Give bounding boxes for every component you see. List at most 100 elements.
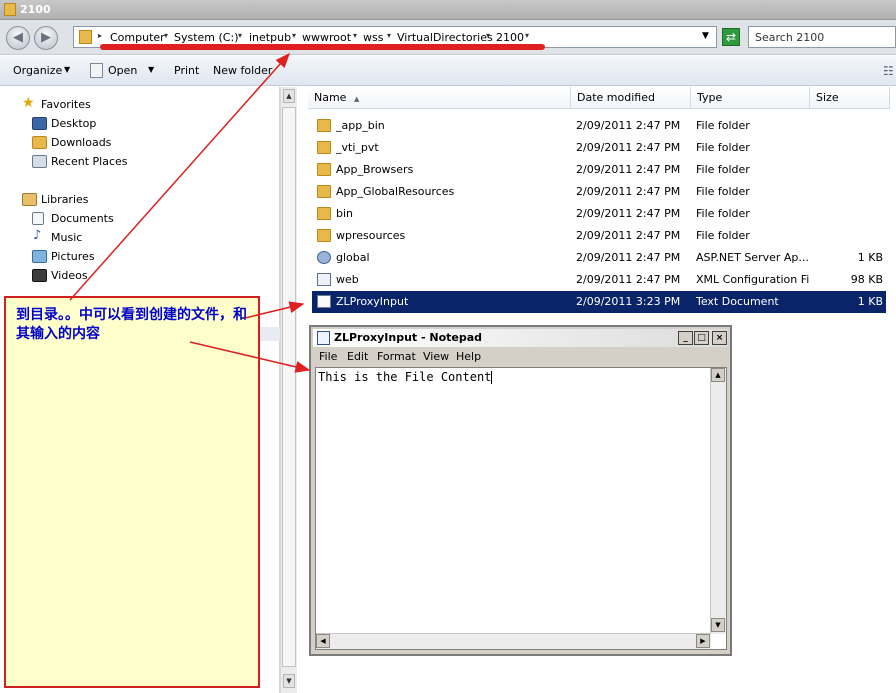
- open-button[interactable]: Open: [108, 64, 137, 77]
- annotation-underline: [100, 44, 545, 50]
- breadcrumb-wwwroot[interactable]: wwwroot: [302, 31, 351, 44]
- file-name: wpresources: [336, 229, 406, 242]
- refresh-button[interactable]: ⇄: [722, 28, 740, 46]
- notepad-horizontal-scrollbar[interactable]: ◀ ▶: [316, 633, 711, 649]
- chevron-right-icon[interactable]: ▸: [98, 31, 102, 40]
- close-button[interactable]: ×: [712, 331, 727, 345]
- desktop-icon: [32, 117, 47, 130]
- forward-arrow-icon: ▶: [41, 30, 51, 45]
- chevron-down-icon[interactable]: ▾: [164, 31, 168, 40]
- chevron-down-icon[interactable]: ▼: [64, 65, 70, 74]
- file-type: File folder: [696, 141, 750, 154]
- file-name: global: [336, 251, 370, 264]
- address-dropdown-icon[interactable]: ▼: [702, 31, 709, 41]
- nav-item-downloads[interactable]: Downloads: [51, 136, 111, 149]
- file-name: web: [336, 273, 359, 286]
- folder-icon: [317, 119, 331, 132]
- chevron-down-icon[interactable]: ▾: [238, 31, 242, 40]
- file-date: 2/09/2011 2:47 PM: [576, 141, 681, 154]
- table-row[interactable]: ZLProxyInput 2/09/2011 3:23 PM Text Docume…: [312, 291, 886, 313]
- table-row[interactable]: App_Browsers 2/09/2011 2:47 PM File folder: [312, 159, 886, 181]
- annotation-text: 到目录。。中可以看到创建的文件，和其输入的内容: [16, 307, 247, 342]
- chevron-down-icon[interactable]: ▾: [387, 31, 391, 40]
- notepad-vertical-scrollbar[interactable]: ▲ ▼: [710, 368, 726, 634]
- nav-item-music[interactable]: Music: [51, 231, 82, 244]
- print-button[interactable]: Print: [174, 64, 199, 77]
- nav-libraries-header[interactable]: Libraries: [41, 193, 89, 206]
- table-row[interactable]: App_GlobalResources 2/09/2011 2:47 PM File…: [312, 181, 886, 203]
- nav-item-videos[interactable]: Videos: [51, 269, 88, 282]
- table-row[interactable]: web 2/09/2011 2:47 PM XML Configuration Fi…: [312, 269, 886, 291]
- file-type: File folder: [696, 185, 750, 198]
- nav-item-recent-places[interactable]: Recent Places: [51, 155, 128, 168]
- breadcrumb-2100[interactable]: 2100: [496, 31, 524, 44]
- menu-view[interactable]: View: [423, 350, 449, 363]
- folder-icon: [317, 163, 331, 176]
- notepad-text-area[interactable]: This is the File Content ▲ ▼ ◀ ▶: [315, 367, 727, 650]
- nav-scroll-thumb[interactable]: [282, 107, 296, 667]
- command-bar: Organize ▼ Open ▼ Print New folder ☷: [0, 56, 896, 86]
- pictures-icon: [32, 250, 47, 263]
- sort-ascending-icon: ▲: [353, 95, 360, 103]
- search-input[interactable]: Search 2100: [748, 26, 896, 48]
- column-header-date[interactable]: Date modified: [571, 87, 691, 109]
- breadcrumb-virtualdirectories[interactable]: VirtualDirectories: [397, 31, 493, 44]
- notepad-title-bar[interactable]: ZLProxyInput - Notepad _ □ ×: [313, 329, 728, 347]
- nav-item-pictures[interactable]: Pictures: [51, 250, 95, 263]
- file-date: 2/09/2011 2:47 PM: [576, 185, 681, 198]
- file-date: 2/09/2011 2:47 PM: [576, 119, 681, 132]
- file-name: bin: [336, 207, 354, 220]
- libraries-icon: [22, 193, 37, 206]
- menu-file[interactable]: File: [319, 350, 337, 363]
- maximize-button[interactable]: □: [694, 331, 709, 345]
- nav-scrollbar[interactable]: ▲ ▼: [280, 87, 297, 693]
- file-type: XML Configuration File: [696, 273, 810, 286]
- table-row[interactable]: wpresources 2/09/2011 2:47 PM File folder: [312, 225, 886, 247]
- breadcrumb-wss[interactable]: wss: [363, 31, 383, 44]
- file-date: 2/09/2011 2:47 PM: [576, 251, 681, 264]
- back-button[interactable]: ◀: [6, 26, 30, 50]
- menu-help[interactable]: Help: [456, 350, 481, 363]
- forward-button[interactable]: ▶: [34, 26, 58, 50]
- file-date: 2/09/2011 2:47 PM: [576, 163, 681, 176]
- column-header-type[interactable]: Type: [691, 87, 810, 109]
- table-row[interactable]: bin 2/09/2011 2:47 PM File folder: [312, 203, 886, 225]
- menu-format[interactable]: Format: [377, 350, 416, 363]
- scroll-right-icon[interactable]: ▶: [696, 634, 710, 648]
- scroll-down-icon[interactable]: ▼: [283, 674, 295, 688]
- chevron-down-icon[interactable]: ▾: [525, 31, 529, 40]
- column-name-label: Name: [314, 91, 347, 104]
- table-row[interactable]: _vti_pvt 2/09/2011 2:47 PM File folder: [312, 137, 886, 159]
- table-row[interactable]: global 2/09/2011 2:47 PM ASP.NET Server Ap…: [312, 247, 886, 269]
- breadcrumb-inetpub[interactable]: inetpub: [249, 31, 291, 44]
- notepad-icon: [317, 331, 330, 345]
- chevron-down-icon[interactable]: ▾: [353, 31, 357, 40]
- chevron-down-icon[interactable]: ▼: [148, 65, 154, 74]
- scroll-down-icon[interactable]: ▼: [711, 618, 725, 632]
- folder-icon: [317, 207, 331, 220]
- xml-file-icon: [317, 273, 331, 286]
- nav-favorites-header[interactable]: Favorites: [41, 98, 91, 111]
- nav-item-documents[interactable]: Documents: [51, 212, 114, 225]
- breadcrumb-computer[interactable]: Computer: [110, 31, 165, 44]
- column-header-size[interactable]: Size: [810, 87, 890, 109]
- scroll-left-icon[interactable]: ◀: [316, 634, 330, 648]
- chevron-down-icon[interactable]: ▾: [486, 31, 490, 40]
- scroll-up-icon[interactable]: ▲: [711, 368, 725, 382]
- text-caret: [491, 371, 493, 384]
- organize-button[interactable]: Organize: [13, 64, 62, 77]
- minimize-button[interactable]: _: [678, 331, 693, 345]
- view-options-icon[interactable]: ☷: [883, 64, 894, 78]
- new-folder-button[interactable]: New folder: [213, 64, 272, 77]
- breadcrumb-system-c[interactable]: System (C:): [174, 31, 239, 44]
- table-row[interactable]: _app_bin 2/09/2011 2:47 PM File folder: [312, 115, 886, 137]
- nav-item-desktop[interactable]: Desktop: [51, 117, 96, 130]
- column-header-name[interactable]: Name ▲: [308, 87, 571, 109]
- aspx-file-icon: [317, 251, 331, 264]
- menu-edit[interactable]: Edit: [347, 350, 368, 363]
- folder-icon: [79, 30, 92, 44]
- annotation-note: 到目录。。中可以看到创建的文件，和其输入的内容: [4, 296, 260, 688]
- chevron-down-icon[interactable]: ▾: [292, 31, 296, 40]
- file-name: App_GlobalResources: [336, 185, 455, 198]
- scroll-up-icon[interactable]: ▲: [283, 89, 295, 103]
